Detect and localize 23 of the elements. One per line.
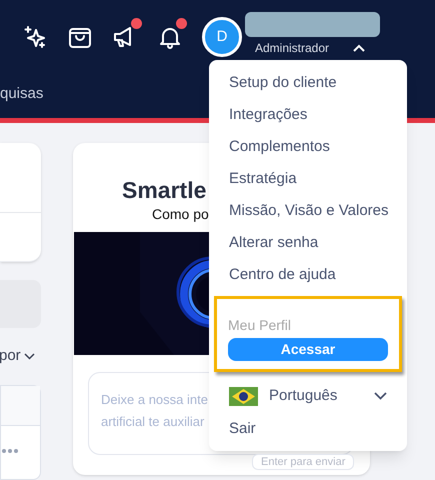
menu-item[interactable]: Setup do cliente [209,67,407,99]
placeholder-text: artificial te auxiliar [101,413,204,431]
chevron-down-icon [24,352,35,360]
sparkles-icon[interactable] [22,24,48,50]
filter-dropdown[interactable]: por [0,344,35,368]
menu-item[interactable]: Alterar senha [209,227,407,259]
menu-item[interactable]: Missão, Visão e Valores [209,195,407,227]
menu-item[interactable]: Estratégia [209,163,407,195]
user-role: Administrador [255,40,330,57]
card-title: Smartle [122,176,206,205]
brazil-flag-icon [229,386,258,406]
menu-item[interactable]: Centro de ajuda [209,259,407,291]
hint-text: Enter para enviar [261,454,346,470]
profile-label: Meu Perfil [228,316,292,334]
placeholder-text: Deixe a nossa inte [101,391,208,409]
language-selector[interactable]: Português [229,386,387,406]
nav-tab[interactable]: quisas [0,85,44,102]
card-subtitle: Como po [152,205,209,223]
caret-icon[interactable] [353,44,366,52]
menu-item[interactable]: Complementos [209,131,407,163]
chevron-down-icon [374,392,387,400]
logout-item[interactable]: Sair [229,418,256,440]
menu-item[interactable]: Integrações [209,99,407,131]
